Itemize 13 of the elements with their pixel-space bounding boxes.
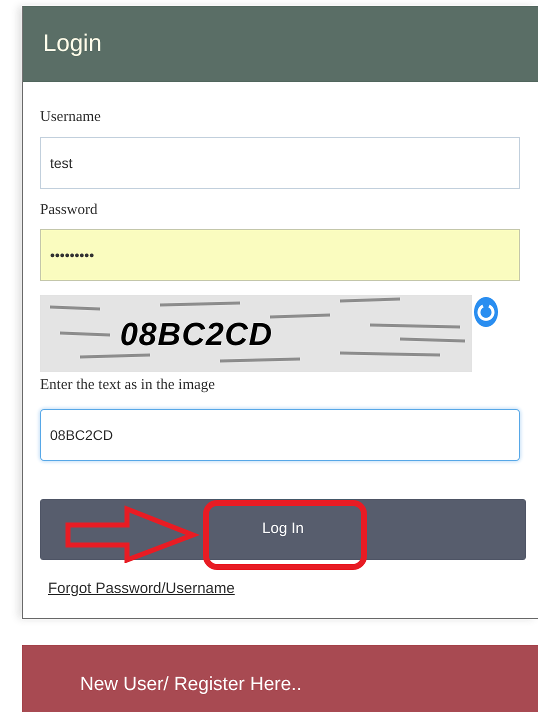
register-text: New User/ Register Here.. (80, 672, 302, 697)
captcha-input[interactable]: 08BC2CD (40, 408, 520, 460)
captcha-text: 08BC2CD (120, 314, 273, 354)
register-bar[interactable]: New User/ Register Here.. (22, 645, 538, 712)
refresh-icon[interactable] (474, 297, 498, 327)
login-button[interactable]: Log In (40, 498, 526, 560)
captcha-prompt: Enter the text as in the image (40, 376, 216, 395)
field-label: Password (40, 200, 99, 220)
input-field[interactable]: ••••••••• (40, 229, 520, 281)
panel-title: Login (43, 29, 102, 59)
input-field[interactable]: test (40, 136, 520, 188)
forgot-link[interactable]: Forgot Password/Username (48, 578, 235, 600)
field-label: Username (40, 108, 102, 127)
